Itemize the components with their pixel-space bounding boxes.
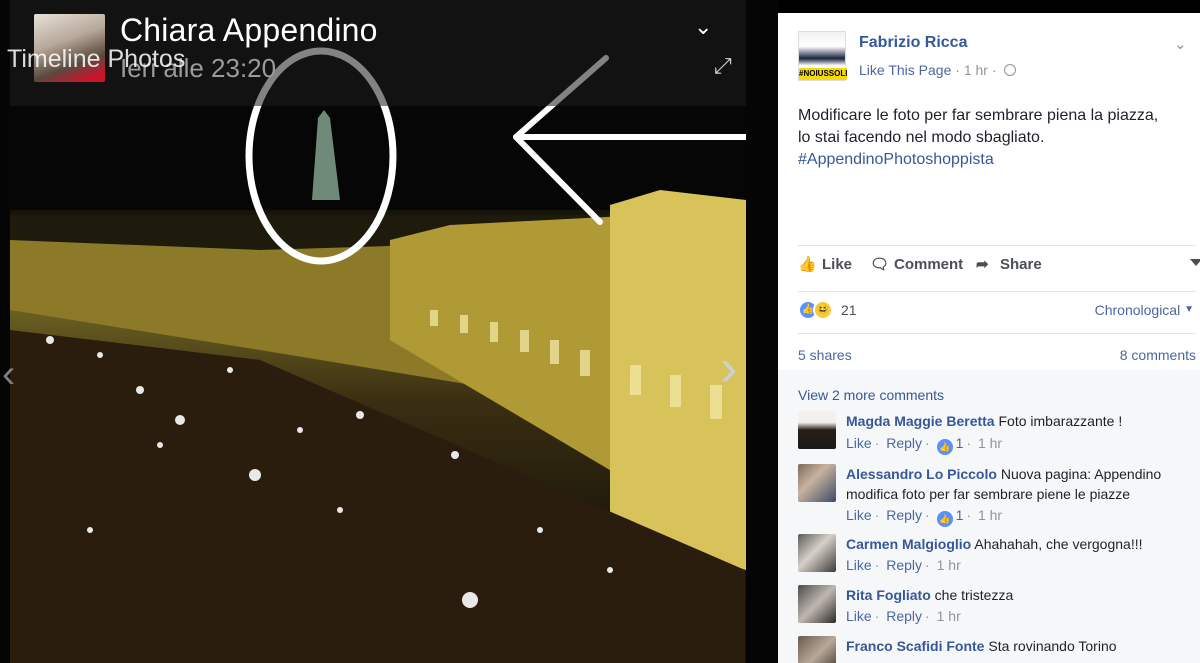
comment-body: Franco Scafidi Fonte Sta rovinando Torin… xyxy=(846,636,1191,656)
comment-actions: Like · Reply · 1 hr xyxy=(846,608,961,624)
post-meta: Like This Page · 1 hr · xyxy=(859,62,1017,78)
commenter-name[interactable]: Carmen Malgioglio xyxy=(846,536,971,552)
comment-text: Sta rovinando Torino xyxy=(988,638,1117,654)
facebook-photo-theater: Chiara Appendino Ieri alle 23:20 Timelin… xyxy=(0,0,1200,663)
comment-order-dropdown[interactable]: Chronological ▼ xyxy=(1095,302,1194,318)
post-options-chevron-icon[interactable]: ⌄ xyxy=(1174,35,1187,53)
comment-body: Magda Maggie Beretta Foto imbarazzante ! xyxy=(846,411,1191,431)
hashtag-link[interactable]: #AppendinoPhotoshoppista xyxy=(798,149,1188,171)
comment-actions: Like · Reply · 👍 1 · 1 hr xyxy=(846,507,1002,527)
post-actions: 👍 Like 🗨 Comment ➦ Share xyxy=(798,253,1200,279)
expand-icon[interactable]: ⤢ xyxy=(714,53,738,78)
commenter-name[interactable]: Rita Fogliato xyxy=(846,587,931,603)
poster-name[interactable]: Chiara Appendino xyxy=(120,12,378,49)
like-button[interactable]: 👍 Like xyxy=(798,255,853,274)
share-options-caret-icon[interactable] xyxy=(1190,259,1200,266)
comment-reply-link[interactable]: Reply xyxy=(886,507,922,523)
commenter-avatar[interactable] xyxy=(798,636,836,663)
divider xyxy=(798,291,1196,292)
meta-separator: · xyxy=(955,62,964,78)
comment-body: Carmen Malgioglio Ahahahah, che vergogna… xyxy=(846,534,1191,554)
comment-like-link[interactable]: Like xyxy=(846,608,872,624)
author-name[interactable]: Fabrizio Ricca xyxy=(859,34,967,52)
post-time[interactable]: 1 hr xyxy=(964,62,988,78)
previous-photo-icon[interactable]: ‹ xyxy=(2,350,26,398)
commenter-avatar[interactable] xyxy=(798,585,836,623)
next-photo-icon[interactable]: › xyxy=(720,340,750,396)
post-panel: #NOIUSSOLI Fabrizio Ricca Like This Page… xyxy=(778,13,1200,663)
comment-like-count[interactable]: 1 xyxy=(956,507,964,523)
comment-reply-link[interactable]: Reply xyxy=(886,435,922,451)
post-text-line: lo stai facendo nel modo sbagliato. xyxy=(798,129,1045,146)
comment-like-link[interactable]: Like xyxy=(846,507,872,523)
post-text-line: Modificare le foto per far sembrare pien… xyxy=(798,107,1159,124)
author-avatar[interactable]: #NOIUSSOLI xyxy=(798,31,848,81)
comment-order-label: Chronological xyxy=(1094,302,1181,318)
comment-button[interactable]: 🗨 Comment xyxy=(870,255,964,274)
comment-button-label: Comment xyxy=(894,255,964,273)
comment-like-link[interactable]: Like xyxy=(846,435,872,451)
comment-reply-link[interactable]: Reply xyxy=(886,557,922,573)
meta-separator: · xyxy=(991,62,1001,78)
haha-reaction-icon: 😆 xyxy=(813,300,833,320)
thumbs-up-icon: 👍 xyxy=(798,256,817,273)
comment-time[interactable]: 1 hr xyxy=(937,608,961,624)
like-reaction-icon: 👍 xyxy=(936,439,953,455)
commenter-avatar[interactable] xyxy=(798,464,836,502)
commenter-name[interactable]: Magda Maggie Beretta xyxy=(846,413,995,429)
comment-body: Rita Fogliato che tristezza xyxy=(846,585,1191,605)
comment-like-count[interactable]: 1 xyxy=(956,435,964,451)
share-button-label: Share xyxy=(1000,255,1042,273)
photo-viewer: Chiara Appendino Ieri alle 23:20 Timelin… xyxy=(0,0,778,663)
comment-text: Ahahahah, che vergogna!!! xyxy=(974,536,1143,552)
comment-body: Alessandro Lo Piccolo Nuova pagina: Appe… xyxy=(846,464,1191,504)
like-reaction-icon: 👍 xyxy=(936,511,953,527)
photo-illustration xyxy=(10,10,746,663)
like-page-link[interactable]: Like This Page xyxy=(859,62,951,78)
comment-time[interactable]: 1 hr xyxy=(937,557,961,573)
photo[interactable] xyxy=(10,10,746,663)
divider xyxy=(798,245,1196,246)
share-button[interactable]: ➦ Share xyxy=(976,255,1042,274)
like-button-label: Like xyxy=(822,255,853,273)
comment-actions: Like · Reply · 👍 1 · 1 hr xyxy=(846,435,1002,455)
speech-bubble-icon: 🗨 xyxy=(870,256,890,273)
shares-count[interactable]: 5 shares xyxy=(798,347,852,363)
comment-like-link[interactable]: Like xyxy=(846,557,872,573)
share-arrow-icon: ➦ xyxy=(976,256,989,273)
globe-icon xyxy=(1004,64,1017,76)
comment-reply-link[interactable]: Reply xyxy=(886,608,922,624)
divider xyxy=(798,333,1196,334)
album-label[interactable]: Timeline Photos xyxy=(7,45,185,74)
comment-actions: Like · Reply · 1 hr xyxy=(846,557,961,573)
comment-time[interactable]: 1 hr xyxy=(978,507,1002,523)
comment-text: che tristezza xyxy=(934,587,1014,603)
commenter-avatar[interactable] xyxy=(798,534,836,572)
view-more-comments-link[interactable]: View 2 more comments xyxy=(798,387,944,403)
post-text: Modificare le foto per far sembrare pien… xyxy=(798,105,1188,171)
commenter-name[interactable]: Alessandro Lo Piccolo xyxy=(846,466,997,482)
avatar-badge: #NOIUSSOLI xyxy=(799,68,848,80)
reaction-count: 21 xyxy=(841,302,857,318)
comment-time[interactable]: 1 hr xyxy=(978,435,1002,451)
caret-down-icon: ▼ xyxy=(1184,304,1194,315)
comments-count[interactable]: 8 comments xyxy=(1120,347,1196,363)
comment-text: Foto imbarazzante ! xyxy=(998,413,1123,429)
commenter-avatar[interactable] xyxy=(798,411,836,449)
chevron-down-icon[interactable]: ⌄ xyxy=(694,14,716,39)
commenter-name[interactable]: Franco Scafidi Fonte xyxy=(846,638,984,654)
